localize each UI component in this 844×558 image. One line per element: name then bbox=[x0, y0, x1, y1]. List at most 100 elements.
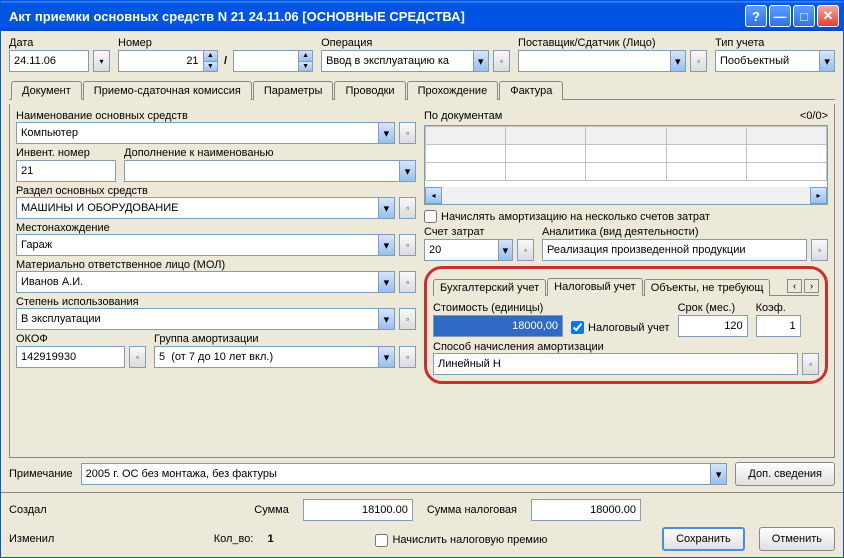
date-input[interactable] bbox=[10, 51, 88, 71]
number-sub-input[interactable] bbox=[234, 51, 298, 71]
number-input[interactable] bbox=[119, 51, 203, 71]
os-name-input[interactable] bbox=[17, 123, 378, 143]
sum-label: Сумма bbox=[254, 504, 289, 516]
supplier-input[interactable] bbox=[519, 51, 670, 71]
qty-label: Кол_во: bbox=[214, 533, 254, 545]
amort-group-dropdown[interactable]: ▾ bbox=[378, 347, 394, 367]
multi-expense-checkbox[interactable] bbox=[424, 210, 437, 223]
section-dropdown[interactable]: ▾ bbox=[378, 198, 394, 218]
extra-info-button[interactable]: Доп. сведения bbox=[735, 462, 835, 486]
tab-tax[interactable]: Налоговый учет bbox=[547, 278, 643, 296]
location-lookup[interactable]: ▫ bbox=[399, 234, 416, 256]
amort-group-lookup[interactable]: ▫ bbox=[399, 346, 416, 368]
analytics-input[interactable] bbox=[543, 240, 806, 260]
section-input[interactable] bbox=[17, 198, 378, 218]
tab-commission[interactable]: Приемо-сдаточная комиссия bbox=[83, 81, 252, 100]
main-window: Акт приемки основных средств N 21 24.11.… bbox=[0, 0, 844, 558]
cancel-button[interactable]: Отменить bbox=[759, 527, 835, 551]
tab-invoice[interactable]: Фактура bbox=[499, 81, 563, 100]
note-input[interactable] bbox=[82, 464, 710, 484]
sum-input[interactable] bbox=[304, 500, 412, 520]
tab-entries[interactable]: Проводки bbox=[334, 81, 405, 100]
tax-premium-label: Начислить налоговую премию bbox=[392, 534, 547, 546]
help-button[interactable]: ? bbox=[745, 5, 767, 27]
titlebar[interactable]: Акт приемки основных средств N 21 24.11.… bbox=[1, 1, 843, 31]
usage-input[interactable] bbox=[17, 309, 378, 329]
analytics-lookup[interactable]: ▫ bbox=[811, 239, 828, 261]
tab-document[interactable]: Документ bbox=[11, 81, 82, 100]
inv-label: Инвент. номер bbox=[16, 147, 116, 159]
note-dropdown[interactable]: ▾ bbox=[710, 464, 727, 484]
location-dropdown[interactable]: ▾ bbox=[378, 235, 394, 255]
term-label: Срок (мес.) bbox=[678, 302, 748, 314]
method-input[interactable] bbox=[434, 354, 797, 374]
section-lookup[interactable]: ▫ bbox=[399, 197, 416, 219]
tax-premium-checkbox[interactable] bbox=[375, 534, 388, 547]
operation-label: Операция bbox=[321, 37, 510, 49]
account-type-label: Тип учета bbox=[715, 37, 835, 49]
name-add-dropdown[interactable]: ▾ bbox=[399, 161, 415, 181]
tab-flow[interactable]: Прохождение bbox=[407, 81, 499, 100]
by-docs-pager: <0/0> bbox=[800, 110, 828, 122]
sum-tax-input[interactable] bbox=[532, 500, 640, 520]
supplier-lookup[interactable]: ▫ bbox=[690, 50, 707, 72]
tab-params[interactable]: Параметры bbox=[253, 81, 334, 100]
os-name-dropdown[interactable]: ▾ bbox=[378, 123, 394, 143]
okof-label: ОКОФ bbox=[16, 333, 146, 345]
mol-dropdown[interactable]: ▾ bbox=[378, 272, 394, 292]
maximize-button[interactable]: □ bbox=[793, 5, 815, 27]
supplier-label: Поставщик/Сдатчик (Лицо) bbox=[518, 37, 707, 49]
tab-accounting[interactable]: Бухгалтерский учет bbox=[433, 279, 546, 296]
usage-label: Степень использования bbox=[16, 296, 416, 308]
docs-grid[interactable]: ◂▸ bbox=[424, 125, 828, 205]
inv-input[interactable] bbox=[17, 161, 115, 181]
account-type-dropdown[interactable]: ▾ bbox=[819, 51, 834, 71]
mol-input[interactable] bbox=[17, 272, 378, 292]
location-input[interactable] bbox=[17, 235, 378, 255]
account-type-input[interactable] bbox=[716, 51, 819, 71]
usage-dropdown[interactable]: ▾ bbox=[378, 309, 394, 329]
date-picker-button[interactable]: ▾ bbox=[93, 50, 110, 72]
name-add-input[interactable] bbox=[125, 161, 399, 181]
operation-dropdown[interactable]: ▾ bbox=[473, 51, 488, 71]
expense-input[interactable] bbox=[425, 240, 498, 260]
operation-input[interactable] bbox=[322, 51, 473, 71]
close-button[interactable]: ✕ bbox=[817, 5, 839, 27]
coef-label: Коэф. bbox=[756, 302, 801, 314]
minimize-button[interactable]: — bbox=[769, 5, 791, 27]
operation-lookup[interactable]: ▫ bbox=[493, 50, 510, 72]
number-label: Номер bbox=[118, 37, 313, 49]
tab-not-required[interactable]: Объекты, не требующ bbox=[644, 279, 771, 296]
highlighted-area: Бухгалтерский учет Налоговый учет Объект… bbox=[424, 266, 828, 384]
window-title: Акт приемки основных средств N 21 24.11.… bbox=[5, 9, 745, 24]
mol-lookup[interactable]: ▫ bbox=[399, 271, 416, 293]
usage-lookup[interactable]: ▫ bbox=[399, 308, 416, 330]
amort-group-input[interactable] bbox=[155, 347, 378, 367]
tab-nav-left[interactable]: ‹ bbox=[787, 279, 802, 293]
name-add-label: Дополнение к наименованью bbox=[124, 147, 416, 159]
okof-lookup[interactable]: ▫ bbox=[129, 346, 146, 368]
save-button[interactable]: Сохранить bbox=[662, 527, 745, 551]
note-label: Примечание bbox=[9, 468, 73, 480]
method-label: Способ начисления амортизации bbox=[433, 341, 819, 353]
tax-account-chk-label: Налоговый учет bbox=[588, 322, 670, 334]
tax-account-checkbox[interactable] bbox=[571, 321, 584, 334]
tab-nav-right[interactable]: › bbox=[804, 279, 819, 293]
sum-tax-label: Сумма налоговая bbox=[427, 504, 517, 516]
supplier-dropdown[interactable]: ▾ bbox=[670, 51, 685, 71]
number-stepper[interactable]: ▲▼ bbox=[203, 51, 217, 71]
expense-lookup[interactable]: ▫ bbox=[517, 239, 534, 261]
multi-expense-label: Начислять амортизацию на несколько счето… bbox=[441, 211, 710, 223]
grid-hscroll[interactable]: ◂▸ bbox=[425, 187, 827, 204]
expense-dropdown[interactable]: ▾ bbox=[498, 240, 512, 260]
cost-input[interactable] bbox=[434, 316, 562, 336]
amort-group-label: Группа амортизации bbox=[154, 333, 416, 345]
okof-input[interactable] bbox=[17, 347, 124, 367]
number-sub-stepper[interactable]: ▲▼ bbox=[298, 51, 312, 71]
os-name-lookup[interactable]: ▫ bbox=[399, 122, 416, 144]
main-tabs: Документ Приемо-сдаточная комиссия Парам… bbox=[9, 80, 835, 100]
coef-input[interactable] bbox=[757, 316, 800, 336]
term-input[interactable] bbox=[679, 316, 747, 336]
modified-label: Изменил bbox=[9, 533, 54, 545]
method-lookup[interactable]: ▫ bbox=[802, 353, 819, 375]
